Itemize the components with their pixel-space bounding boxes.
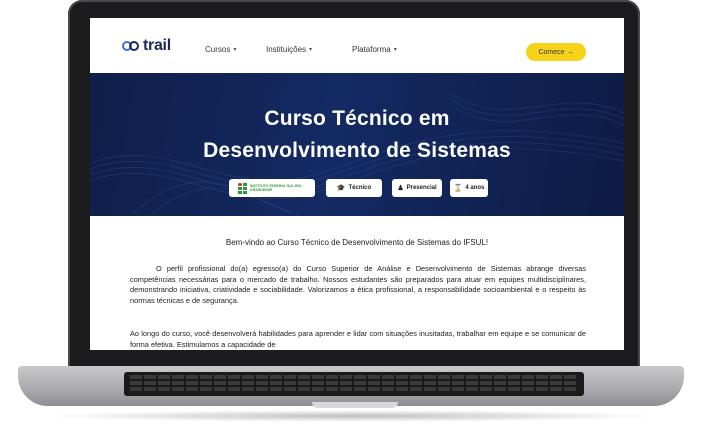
laptop-notch bbox=[312, 402, 398, 408]
badge-label: Presencial bbox=[406, 185, 437, 191]
if-logo-icon bbox=[238, 182, 247, 194]
nav-item-instituicoes[interactable]: Instituições ▾ bbox=[266, 45, 312, 54]
logo-text: trail bbox=[143, 37, 171, 54]
institution-name: INSTITUTO FEDERAL SUL-RIO-GRANDENSE bbox=[250, 184, 303, 192]
trail-logo-icon bbox=[122, 39, 140, 53]
browser-viewport: trail Cursos ▾ Instituições ▾ Plataforma… bbox=[90, 18, 624, 350]
hero-banner: Curso Técnico em Desenvolvimento de Sist… bbox=[90, 73, 624, 216]
chevron-down-icon: ▾ bbox=[233, 47, 237, 53]
laptop-shadow bbox=[40, 410, 662, 422]
top-navbar: trail Cursos ▾ Instituições ▾ Plataforma… bbox=[90, 18, 624, 73]
comece-button[interactable]: Comece → bbox=[526, 43, 586, 61]
person-icon: ♟ bbox=[397, 185, 404, 192]
nav-label: Instituições bbox=[266, 45, 307, 54]
chevron-down-icon: ▾ bbox=[393, 47, 397, 53]
hourglass-icon: ⌛ bbox=[453, 185, 463, 192]
course-description: Bem-vindo ao Curso Técnico de Desenvolvi… bbox=[90, 216, 624, 350]
laptop-keyboard bbox=[124, 372, 584, 396]
graduation-cap-icon: 🎓 bbox=[336, 185, 346, 192]
badge-duracao: ⌛ 4 anos bbox=[450, 179, 488, 197]
badge-formato: ♟ Presencial bbox=[392, 179, 442, 197]
badge-label: 4 anos bbox=[465, 185, 485, 191]
badge-label: Técnico bbox=[348, 185, 372, 191]
nav-item-cursos[interactable]: Cursos ▾ bbox=[205, 45, 236, 54]
institution-badge: INSTITUTO FEDERAL SUL-RIO-GRANDENSE bbox=[229, 179, 315, 197]
nav-label: Plataforma bbox=[352, 45, 391, 54]
badge-modalidade: 🎓 Técnico bbox=[326, 179, 382, 197]
course-badges: INSTITUTO FEDERAL SUL-RIO-GRANDENSE 🎓 Té… bbox=[90, 179, 624, 199]
nav-item-plataforma[interactable]: Plataforma ▾ bbox=[352, 45, 397, 54]
nav-label: Cursos bbox=[205, 45, 231, 54]
description-paragraph: Ao longo do curso, você desenvolverá hab… bbox=[130, 329, 586, 349]
description-paragraph: O perfil profissional do(a) egresso(a) d… bbox=[130, 264, 586, 305]
ifsul-logo: INSTITUTO FEDERAL SUL-RIO-GRANDENSE bbox=[238, 182, 306, 194]
chevron-down-icon: ▾ bbox=[309, 47, 313, 53]
welcome-heading: Bem-vindo ao Curso Técnico de Desenvolvi… bbox=[225, 238, 489, 247]
hero-title-line2: Desenvolvimento de Sistemas bbox=[203, 139, 511, 162]
trail-logo[interactable]: trail bbox=[122, 37, 171, 55]
hero-title-line1: Curso Técnico em bbox=[264, 107, 450, 130]
